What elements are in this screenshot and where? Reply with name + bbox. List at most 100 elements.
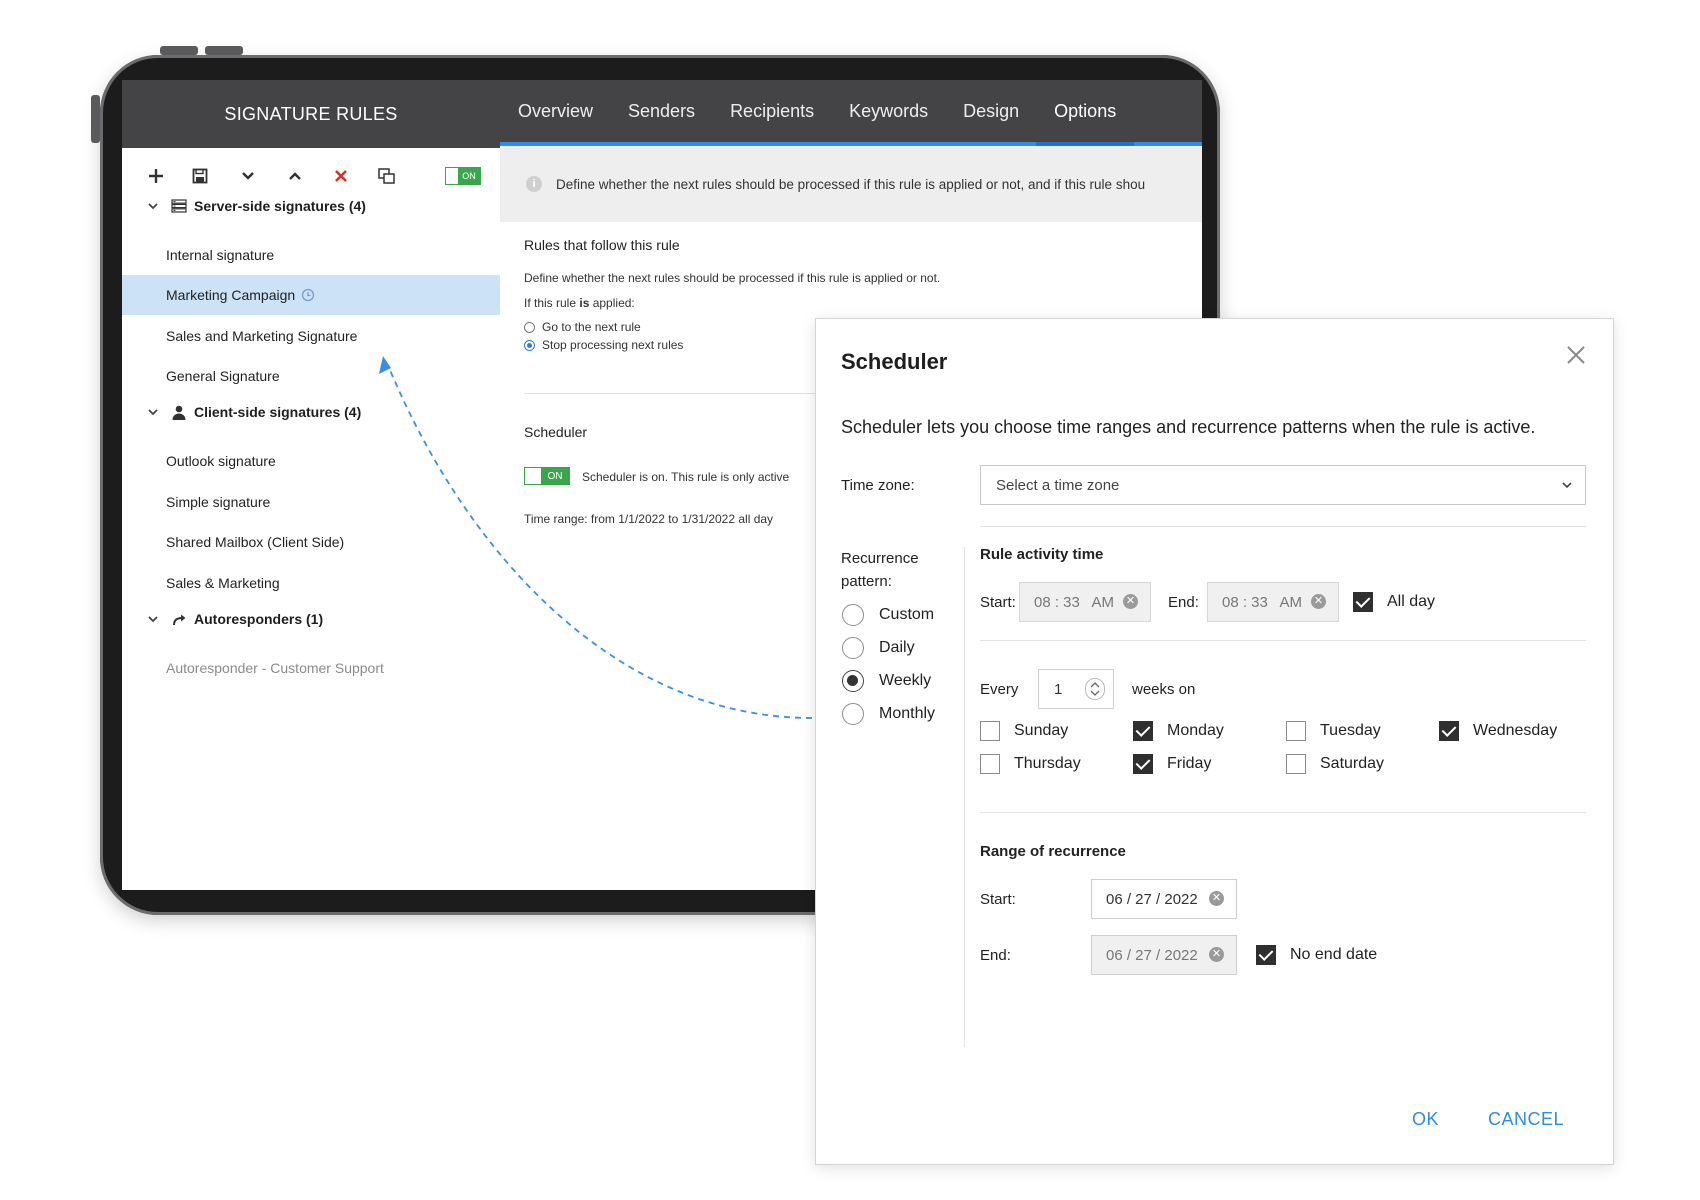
rule-enable-toggle[interactable]: ON — [445, 167, 481, 185]
dialog-description: Scheduler lets you choose time ranges an… — [841, 417, 1536, 437]
ok-button[interactable]: OK — [1412, 1109, 1439, 1130]
tab-options[interactable]: Options — [1036, 80, 1135, 146]
delete-icon[interactable] — [329, 164, 353, 188]
rule-item[interactable]: Simple signature — [122, 482, 500, 522]
tab-senders[interactable]: Senders — [628, 80, 695, 142]
rule-item-label: Outlook signature — [166, 453, 276, 469]
clear-icon[interactable]: ✕ — [1209, 891, 1224, 906]
number-stepper[interactable] — [1085, 678, 1105, 700]
radio-button[interactable] — [842, 703, 864, 725]
scheduler-section-title: Scheduler — [524, 424, 588, 440]
group-label: Client-side signatures (4) — [194, 404, 362, 420]
day-checkbox-tuesday[interactable] — [1286, 721, 1306, 741]
chevron-down-icon — [1561, 478, 1573, 495]
all-day-checkbox[interactable] — [1353, 592, 1373, 612]
no-end-date-checkbox[interactable] — [1256, 945, 1276, 965]
every-label: Every — [980, 681, 1019, 698]
day-label: Tuesday — [1320, 722, 1381, 739]
tab-design[interactable]: Design — [963, 80, 1019, 142]
day-checkbox-friday[interactable] — [1133, 754, 1153, 774]
day-checkbox-wednesday[interactable] — [1439, 721, 1459, 741]
schedule-clock-icon — [301, 288, 315, 302]
rule-item-selected[interactable]: Marketing Campaign — [122, 275, 500, 315]
day-label: Sunday — [1014, 722, 1069, 739]
recurrence-label: Recurrence pattern: — [841, 550, 919, 590]
radio-button[interactable] — [842, 604, 864, 626]
start-time-input[interactable]: 08 : 33 AM ✕ — [1019, 582, 1151, 622]
rule-item[interactable]: Shared Mailbox (Client Side) — [122, 522, 500, 562]
day-label: Friday — [1167, 755, 1212, 772]
close-icon[interactable] — [1564, 343, 1588, 367]
radio-button[interactable] — [842, 637, 864, 659]
clear-icon[interactable]: ✕ — [1209, 947, 1224, 962]
group-label: Server-side signatures (4) — [194, 198, 366, 214]
rule-item-label: Autoresponder - Customer Support — [166, 660, 384, 676]
divider — [980, 640, 1586, 641]
clear-icon[interactable]: ✕ — [1123, 594, 1138, 609]
vertical-divider — [964, 547, 965, 1047]
tablet-volume-button — [160, 46, 198, 55]
tab-overview[interactable]: Overview — [518, 80, 593, 142]
radio-stop-processing[interactable]: Stop processing next rules — [524, 338, 683, 352]
rule-item[interactable]: Outlook signature — [122, 441, 500, 481]
chevron-down-icon — [148, 405, 162, 419]
radio-button[interactable] — [524, 321, 535, 333]
add-icon[interactable] — [144, 164, 168, 188]
rule-item[interactable]: Sales & Marketing — [122, 563, 500, 603]
day-checkbox-sunday[interactable] — [980, 721, 1000, 741]
pattern-custom[interactable]: Custom — [842, 604, 934, 626]
reply-arrow-icon — [170, 611, 188, 627]
end-time-input[interactable]: 08 : 33 AM ✕ — [1207, 582, 1339, 622]
rule-item[interactable]: Internal signature — [122, 235, 500, 275]
tab-keywords[interactable]: Keywords — [849, 80, 928, 142]
all-day-label: All day — [1387, 593, 1436, 610]
clear-icon[interactable]: ✕ — [1311, 594, 1326, 609]
dialog-title: Scheduler — [841, 349, 948, 374]
group-server-side[interactable]: Server-side signatures (4) — [148, 194, 366, 218]
rule-item[interactable]: General Signature — [122, 356, 500, 396]
group-label: Autoresponders (1) — [194, 611, 324, 627]
rule-item-label: Sales & Marketing — [166, 575, 280, 591]
group-autoresponders[interactable]: Autoresponders (1) — [148, 607, 323, 631]
pattern-monthly[interactable]: Monthly — [842, 703, 935, 725]
day-checkbox-saturday[interactable] — [1286, 754, 1306, 774]
cancel-button[interactable]: CANCEL — [1488, 1109, 1564, 1130]
info-icon: i — [526, 176, 542, 192]
range-start-date[interactable]: 06 / 27 / 2022 ✕ — [1091, 879, 1237, 919]
panel-title: SIGNATURE RULES — [122, 80, 500, 148]
radio-button[interactable] — [524, 339, 535, 351]
rules-follow-title: Rules that follow this rule — [524, 237, 680, 253]
signature-rules-panel: SIGNATURE RULES ON Server-side signature… — [122, 80, 501, 890]
radio-button[interactable] — [842, 670, 864, 692]
activity-title: Rule activity time — [980, 546, 1104, 563]
timezone-label: Time zone: — [841, 477, 915, 494]
time-range-text: Time range: from 1/1/2022 to 1/31/2022 a… — [524, 512, 774, 526]
group-client-side[interactable]: Client-side signatures (4) — [148, 400, 361, 424]
pattern-weekly[interactable]: Weekly — [842, 670, 931, 692]
radio-label: Stop processing next rules — [542, 338, 684, 352]
move-down-icon[interactable] — [236, 164, 260, 188]
scheduler-dialog: Scheduler Scheduler lets you choose time… — [815, 318, 1614, 1165]
timezone-select[interactable]: Select a time zone — [980, 465, 1586, 505]
day-label: Monday — [1167, 722, 1224, 739]
rule-item[interactable]: Autoresponder - Customer Support — [122, 648, 500, 688]
if-applied-label: If this rule is applied: — [524, 296, 635, 310]
weeks-on-label: weeks on — [1132, 681, 1196, 698]
rule-item-label: Internal signature — [166, 247, 275, 263]
move-up-icon[interactable] — [283, 164, 307, 188]
day-label: Wednesday — [1473, 722, 1558, 739]
rule-item[interactable]: Sales and Marketing Signature — [122, 316, 500, 356]
radio-go-next[interactable]: Go to the next rule — [524, 320, 641, 334]
every-weeks-input[interactable]: 1 — [1038, 669, 1114, 709]
tab-recipients[interactable]: Recipients — [730, 80, 814, 142]
day-checkbox-thursday[interactable] — [980, 754, 1000, 774]
day-checkbox-monday[interactable] — [1133, 721, 1153, 741]
scheduler-toggle[interactable]: ON — [524, 467, 570, 485]
divider — [980, 812, 1586, 813]
duplicate-icon[interactable] — [375, 164, 399, 188]
save-icon[interactable] — [188, 164, 212, 188]
range-end-date[interactable]: 06 / 27 / 2022 ✕ — [1091, 935, 1237, 975]
info-banner: i Define whether the next rules should b… — [500, 146, 1202, 222]
tablet-side-button — [91, 95, 100, 143]
pattern-daily[interactable]: Daily — [842, 637, 915, 659]
